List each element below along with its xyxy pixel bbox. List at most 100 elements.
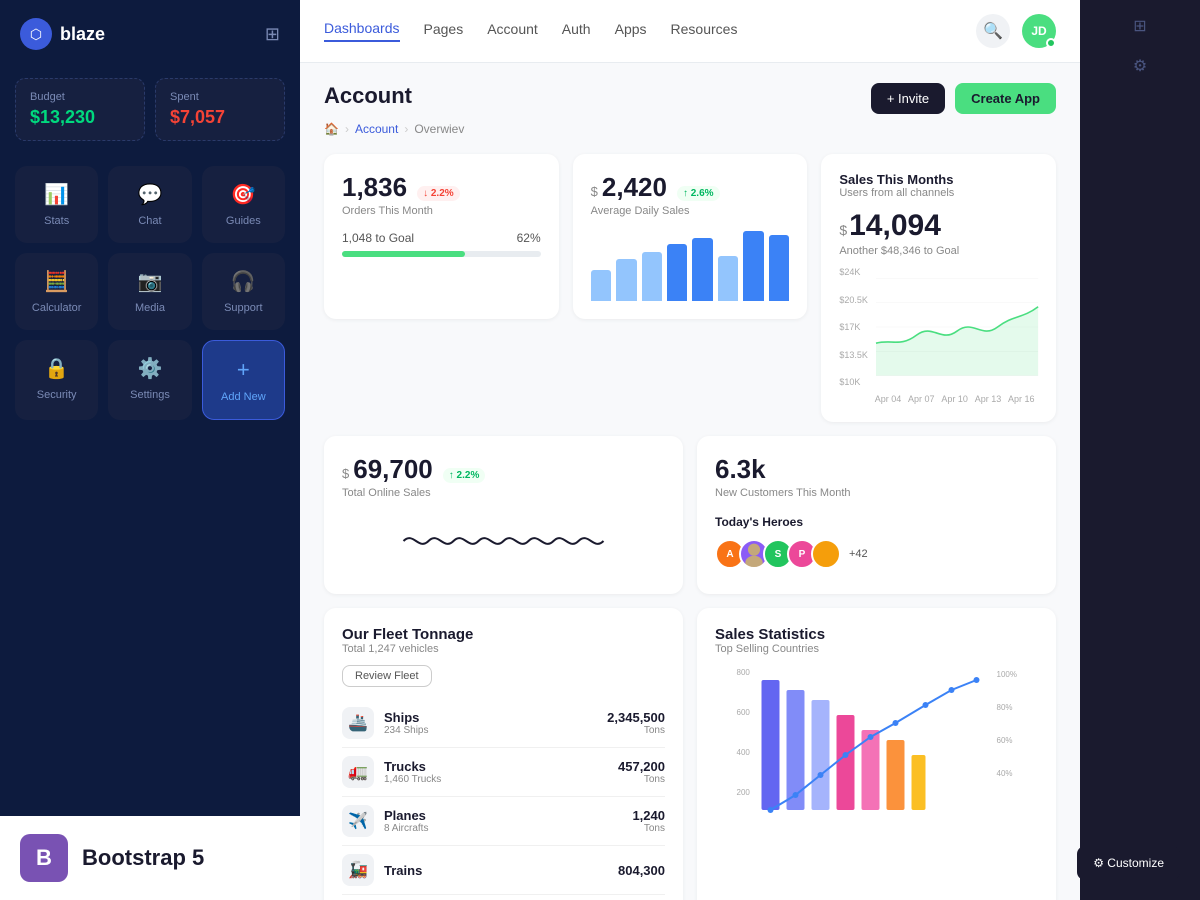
trucks-name: Trucks xyxy=(384,759,441,774)
fleet-item-ships: 🚢 Ships 234 Ships 2,345,500 Tons xyxy=(342,699,665,748)
review-fleet-button[interactable]: Review Fleet xyxy=(342,665,432,687)
planes-value: 1,240 Tons xyxy=(632,808,665,834)
svg-text:80%: 80% xyxy=(997,703,1013,712)
bootstrap-label: Bootstrap 5 xyxy=(82,845,204,871)
sidebar-item-chat[interactable]: 💬 Chat xyxy=(108,166,191,243)
trains-value: 804,300 xyxy=(618,863,665,878)
chat-icon: 💬 xyxy=(138,182,163,207)
heroes-count: +42 xyxy=(849,548,868,560)
progress-bar-bg xyxy=(342,251,541,257)
sidebar-item-security[interactable]: 🔒 Security xyxy=(15,340,98,420)
logo-icon: ⬡ xyxy=(20,18,52,50)
heroes-section: Today's Heroes A S P +42 xyxy=(715,515,1038,569)
sidebar-item-stats[interactable]: 📊 Stats xyxy=(15,166,98,243)
hero-avatar-5 xyxy=(811,539,841,569)
add-icon: + xyxy=(237,357,250,383)
spent-value: $7,057 xyxy=(170,107,270,128)
x-labels: Apr 04 Apr 07 Apr 10 Apr 13 Apr 16 xyxy=(839,394,1038,404)
orders-label: Orders This Month xyxy=(342,205,541,217)
sidebar-item-support[interactable]: 🎧 Support xyxy=(202,253,285,330)
sidebar-item-media[interactable]: 📷 Media xyxy=(108,253,191,330)
ships-value: 2,345,500 Tons xyxy=(607,710,665,736)
media-icon: 📷 xyxy=(138,269,163,294)
stats-icon: 📊 xyxy=(44,182,69,207)
right-icon-1[interactable]: ⊞ xyxy=(1133,16,1146,36)
sales-month-sublabel: Another $48,346 to Goal xyxy=(839,245,1038,257)
user-avatar[interactable]: JD xyxy=(1022,14,1056,48)
line-chart-container: $24K $20.5K $17K $13.5K $10K xyxy=(839,267,1038,404)
sales-month-title: Sales This Months xyxy=(839,172,1038,187)
bar-1 xyxy=(591,270,611,302)
ships-sub: 234 Ships xyxy=(384,725,428,736)
sales-stats-card: Sales Statistics Top Selling Countries 8… xyxy=(697,608,1056,900)
fleet-item-planes: ✈️ Planes 8 Aircrafts 1,240 Tons xyxy=(342,797,665,846)
top-nav-links: Dashboards Pages Account Auth Apps Resou… xyxy=(324,20,737,42)
svg-text:400: 400 xyxy=(737,748,751,757)
sales-month-number: 14,094 xyxy=(849,209,941,243)
progress-section: 1,048 to Goal 62% xyxy=(342,231,541,257)
fleet-item-trains: 🚂 Trains 804,300 xyxy=(342,846,665,895)
invite-button[interactable]: + Invite xyxy=(871,83,945,114)
budget-cards: Budget $13,230 Spent $7,057 xyxy=(0,68,300,156)
avatar-initials: JD xyxy=(1031,24,1046,38)
x-label-5: Apr 16 xyxy=(1008,394,1035,404)
sales-month-subtitle: Users from all channels xyxy=(839,187,1038,199)
create-app-button[interactable]: Create App xyxy=(955,83,1056,114)
bar-4 xyxy=(667,244,687,301)
nav-dashboards[interactable]: Dashboards xyxy=(324,20,400,42)
logo-text: blaze xyxy=(60,24,105,45)
y-label-4: $13.5K xyxy=(839,350,868,360)
sidebar-item-calculator[interactable]: 🧮 Calculator xyxy=(15,253,98,330)
online-sales-number: 69,700 xyxy=(353,454,433,485)
sidebar-item-label: Guides xyxy=(226,215,261,227)
nav-account[interactable]: Account xyxy=(487,21,538,41)
breadcrumb-home[interactable]: 🏠 xyxy=(324,122,339,136)
bar-5 xyxy=(692,238,712,301)
stats-row2: $ 69,700 ↑ 2.2% Total Online Sales 6.3k … xyxy=(324,436,1056,594)
nav-pages[interactable]: Pages xyxy=(424,21,464,41)
sidebar-item-add-new[interactable]: + Add New xyxy=(202,340,285,420)
heroes-title: Today's Heroes xyxy=(715,515,1038,529)
orders-badge: ↓ 2.2% xyxy=(417,186,460,201)
customize-button[interactable]: ⚙ Customize xyxy=(1077,846,1180,880)
ships-name: Ships xyxy=(384,710,428,725)
main-content: Dashboards Pages Account Auth Apps Resou… xyxy=(300,0,1080,900)
svg-text:60%: 60% xyxy=(997,736,1013,745)
ships-info: Ships 234 Ships xyxy=(384,710,428,736)
new-customers-number: 6.3k xyxy=(715,454,766,484)
spent-card: Spent $7,057 xyxy=(155,78,285,141)
nav-apps[interactable]: Apps xyxy=(615,21,647,41)
right-icon-2[interactable]: ⚙ xyxy=(1133,56,1147,76)
menu-icon[interactable]: ⊞ xyxy=(265,24,280,45)
support-icon: 🎧 xyxy=(231,269,256,294)
search-button[interactable]: 🔍 xyxy=(976,14,1010,48)
planes-info: Planes 8 Aircrafts xyxy=(384,808,428,834)
bar-3 xyxy=(642,252,662,301)
stats-grid: 1,836 ↓ 2.2% Orders This Month 1,048 to … xyxy=(324,154,1056,422)
x-label-1: Apr 04 xyxy=(875,394,902,404)
trucks-sub: 1,460 Trucks xyxy=(384,774,441,785)
settings-icon: ⚙️ xyxy=(138,356,163,381)
sidebar-item-label: Settings xyxy=(130,389,170,401)
sidebar-item-label: Add New xyxy=(221,391,266,403)
page-content: Account + Invite Create App 🏠 › Account … xyxy=(300,63,1080,900)
sidebar-item-settings[interactable]: ⚙️ Settings xyxy=(108,340,191,420)
daily-sales-label: Average Daily Sales xyxy=(591,205,790,217)
sales-stats-title: Sales Statistics xyxy=(715,626,1038,643)
bar-8 xyxy=(769,235,789,302)
svg-text:800: 800 xyxy=(737,668,751,677)
nav-resources[interactable]: Resources xyxy=(671,21,738,41)
breadcrumb-account[interactable]: Account xyxy=(355,122,398,136)
progress-label: 1,048 to Goal xyxy=(342,231,414,245)
sales-stats-subtitle: Top Selling Countries xyxy=(715,643,1038,655)
nav-auth[interactable]: Auth xyxy=(562,21,591,41)
online-sales-card: $ 69,700 ↑ 2.2% Total Online Sales xyxy=(324,436,683,594)
sidebar-item-guides[interactable]: 🎯 Guides xyxy=(202,166,285,243)
progress-pct: 62% xyxy=(517,231,541,245)
daily-sales-badge: ↑ 2.6% xyxy=(677,186,720,201)
security-icon: 🔒 xyxy=(44,356,69,381)
sidebar-header: ⬡ blaze ⊞ xyxy=(0,0,300,68)
sidebar-item-label: Media xyxy=(135,302,165,314)
online-sales-label: Total Online Sales xyxy=(342,487,665,499)
sidebar-item-label: Chat xyxy=(138,215,161,227)
